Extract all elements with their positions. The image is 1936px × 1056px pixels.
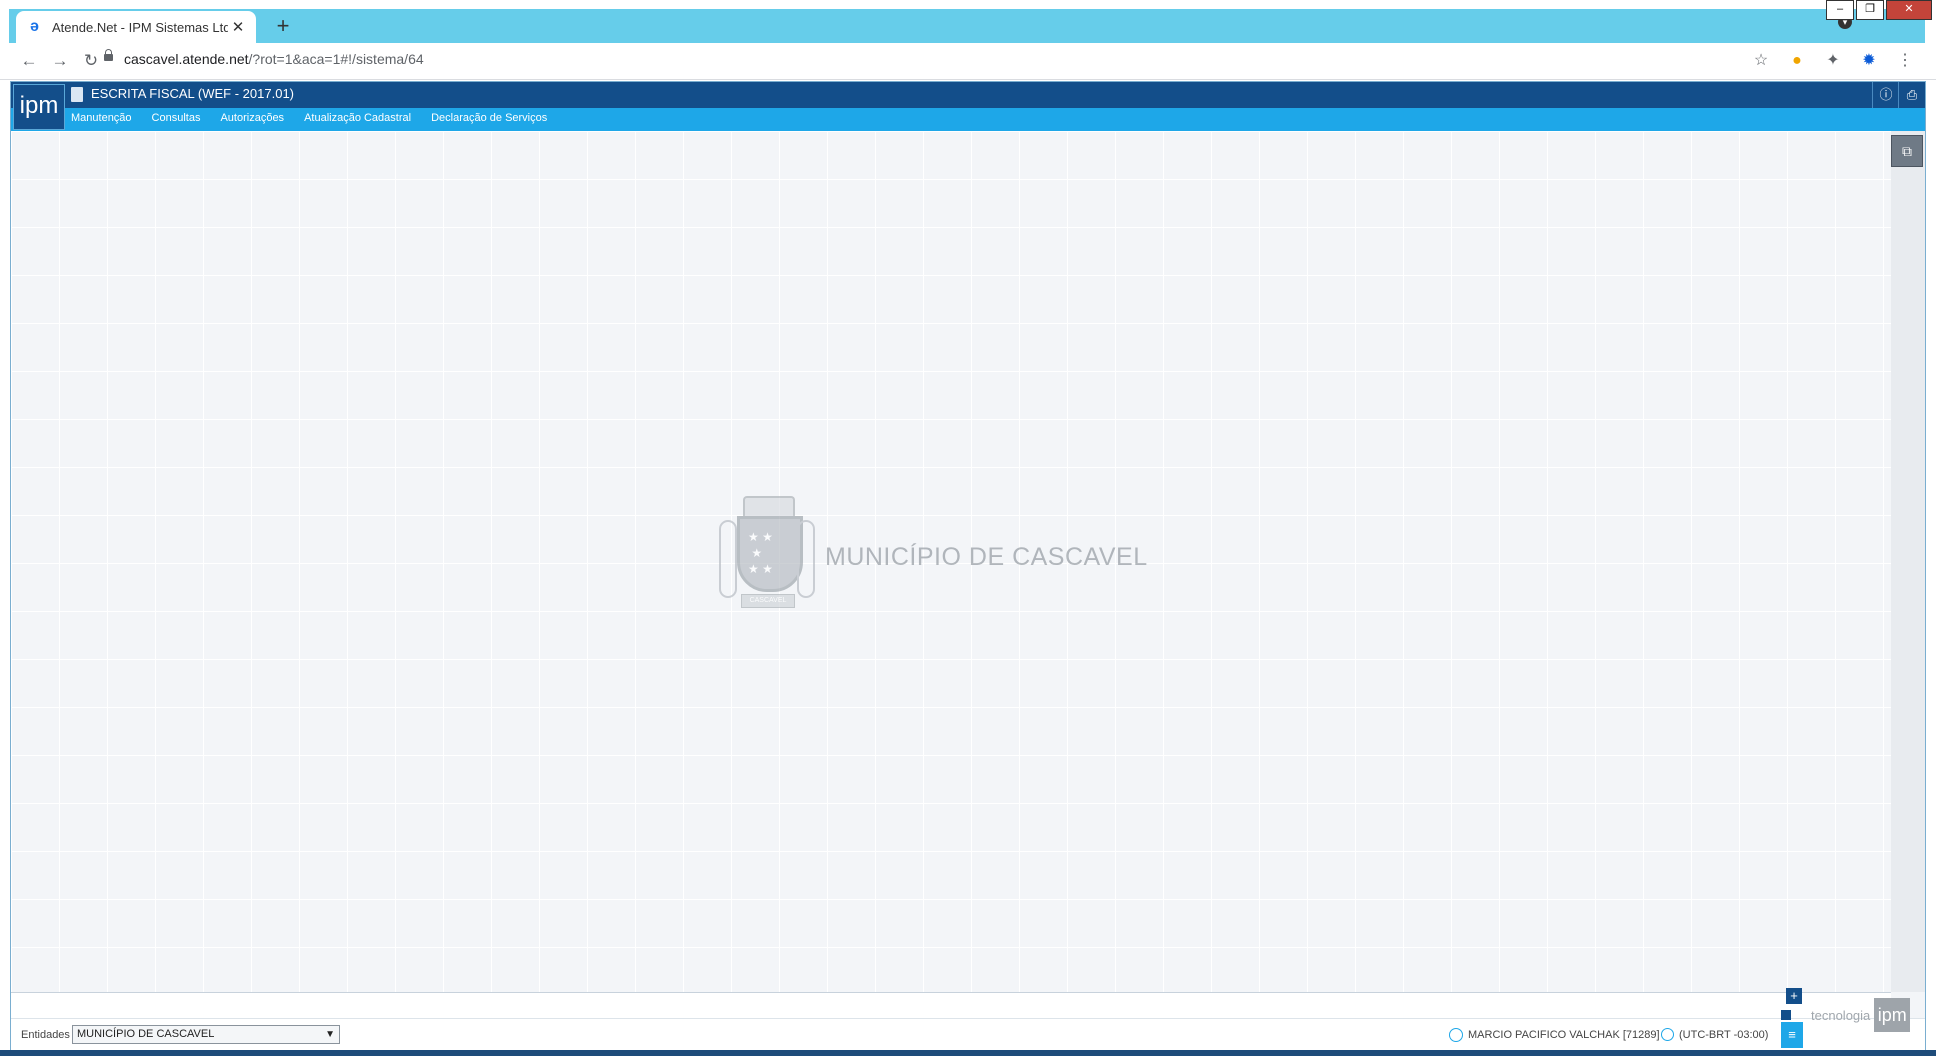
brand-logo: ipm	[1874, 998, 1911, 1032]
ipm-logo[interactable]: ipm	[13, 84, 65, 130]
timezone-text: (UTC-BRT -03:00)	[1679, 1028, 1769, 1041]
forward-arrow-icon[interactable]: →	[49, 50, 71, 72]
toolbar-extensions: ☆ ● ✦ ✹ ⋮	[1750, 50, 1916, 72]
extension-user-icon[interactable]: ●	[1786, 50, 1808, 72]
shield-shape	[737, 516, 803, 592]
crest-ribbon: CASCAVEL	[741, 594, 795, 608]
expand-plus-button[interactable]: +	[1786, 988, 1802, 1004]
tab-title: Atende.Net - IPM Sistemas Ltda	[52, 19, 228, 35]
reload-icon[interactable]: ↻	[80, 50, 102, 72]
tab-strip-background: ə Atende.Net - IPM Sistemas Ltda ✕ +	[9, 9, 1925, 43]
menu-item-atualizacao-cadastral[interactable]: Atualização Cadastral	[304, 112, 411, 124]
restore-button[interactable]: ❐	[1856, 0, 1884, 20]
entity-select[interactable]: MUNICÍPIO DE CASCAVEL ▼	[72, 1025, 340, 1044]
site-favicon-icon: ə	[30, 18, 39, 35]
bottom-input-bar	[11, 992, 1891, 1019]
back-arrow-icon[interactable]: ←	[18, 50, 40, 72]
extension-gear-icon[interactable]: ✹	[1858, 50, 1880, 72]
municipality-watermark: CASCAVEL MUNICÍPIO DE CASCAVEL	[717, 496, 1148, 618]
extensions-puzzle-icon[interactable]: ✦	[1822, 50, 1844, 72]
user-name: MARCIO PACIFICO VALCHAK [71289]	[1468, 1029, 1660, 1041]
app-header: ESCRITA FISCAL (WEF - 2017.01) ⓘ ⎙	[11, 82, 1925, 108]
bottom-controls: + ≡	[1781, 988, 1803, 1048]
laurel-right-shape	[797, 520, 815, 598]
coat-of-arms-icon: CASCAVEL	[717, 496, 817, 618]
list-menu-button[interactable]: ≡	[1781, 1022, 1803, 1048]
browser-toolbar: ← → ↻ cascavel.atende.net/?rot=1&aca=1#!…	[0, 43, 1936, 80]
workspace-area: ⧉ CASCAVEL MUNICÍPIO DE CASCAVEL	[11, 131, 1925, 992]
bookmark-star-icon[interactable]: ☆	[1750, 50, 1772, 72]
tecnologia-ipm-logo: tecnologia ipm	[1811, 998, 1911, 1032]
browser-menu-icon[interactable]: ⋮	[1894, 50, 1916, 72]
crown-shape	[743, 496, 795, 516]
print-button[interactable]: ⎙	[1898, 82, 1925, 108]
side-panel-strip: ⧉	[1891, 131, 1925, 992]
window-list-button[interactable]: ⧉	[1891, 135, 1923, 167]
chevron-down-icon: ▼	[325, 1029, 335, 1040]
entities-label: Entidades	[21, 1029, 70, 1041]
app-book-icon	[71, 87, 83, 102]
square-icon[interactable]	[1781, 1010, 1791, 1020]
menu-item-consultas[interactable]: Consultas	[152, 112, 201, 124]
app-menu-bar: Manutenção Consultas Autorizações Atuali…	[11, 108, 1925, 131]
os-taskbar	[0, 1050, 1936, 1056]
current-user: MARCIO PACIFICO VALCHAK [71289]	[1449, 1028, 1660, 1042]
menu-items: Manutenção Consultas Autorizações Atuali…	[71, 112, 547, 124]
url-path: /?rot=1&aca=1#!/sistema/64	[248, 51, 424, 67]
new-tab-button[interactable]: +	[271, 15, 295, 39]
browser-tab-active[interactable]: ə Atende.Net - IPM Sistemas Ltda ✕	[16, 11, 256, 43]
status-bar: Entidades MUNICÍPIO DE CASCAVEL ▼ MARCIO…	[11, 1018, 1925, 1051]
app-window: ESCRITA FISCAL (WEF - 2017.01) ⓘ ⎙ Manut…	[10, 81, 1926, 1051]
watermark-text: MUNICÍPIO DE CASCAVEL	[825, 542, 1148, 571]
user-icon	[1449, 1028, 1463, 1042]
brand-text: tecnologia	[1811, 1007, 1871, 1023]
menu-item-declaracao-servicos[interactable]: Declaração de Serviços	[431, 112, 547, 124]
timezone: (UTC-BRT -03:00)	[1661, 1028, 1768, 1041]
lock-icon[interactable]	[104, 49, 113, 61]
window-controls: – ❐ ✕	[1824, 0, 1932, 20]
laurel-left-shape	[719, 520, 737, 598]
clock-icon	[1661, 1028, 1674, 1041]
address-bar[interactable]: cascavel.atende.net/?rot=1&aca=1#!/siste…	[124, 51, 424, 67]
tab-close-button[interactable]: ✕	[228, 18, 248, 36]
menu-item-autorizacoes[interactable]: Autorizações	[220, 112, 284, 124]
app-title: ESCRITA FISCAL (WEF - 2017.01)	[91, 86, 294, 101]
info-button[interactable]: ⓘ	[1872, 82, 1899, 108]
close-window-button[interactable]: ✕	[1886, 0, 1932, 20]
minimize-button[interactable]: –	[1826, 0, 1854, 20]
menu-item-manutencao[interactable]: Manutenção	[71, 112, 132, 124]
entity-selected-value: MUNICÍPIO DE CASCAVEL	[77, 1028, 215, 1040]
url-host: cascavel.atende.net	[124, 51, 249, 67]
